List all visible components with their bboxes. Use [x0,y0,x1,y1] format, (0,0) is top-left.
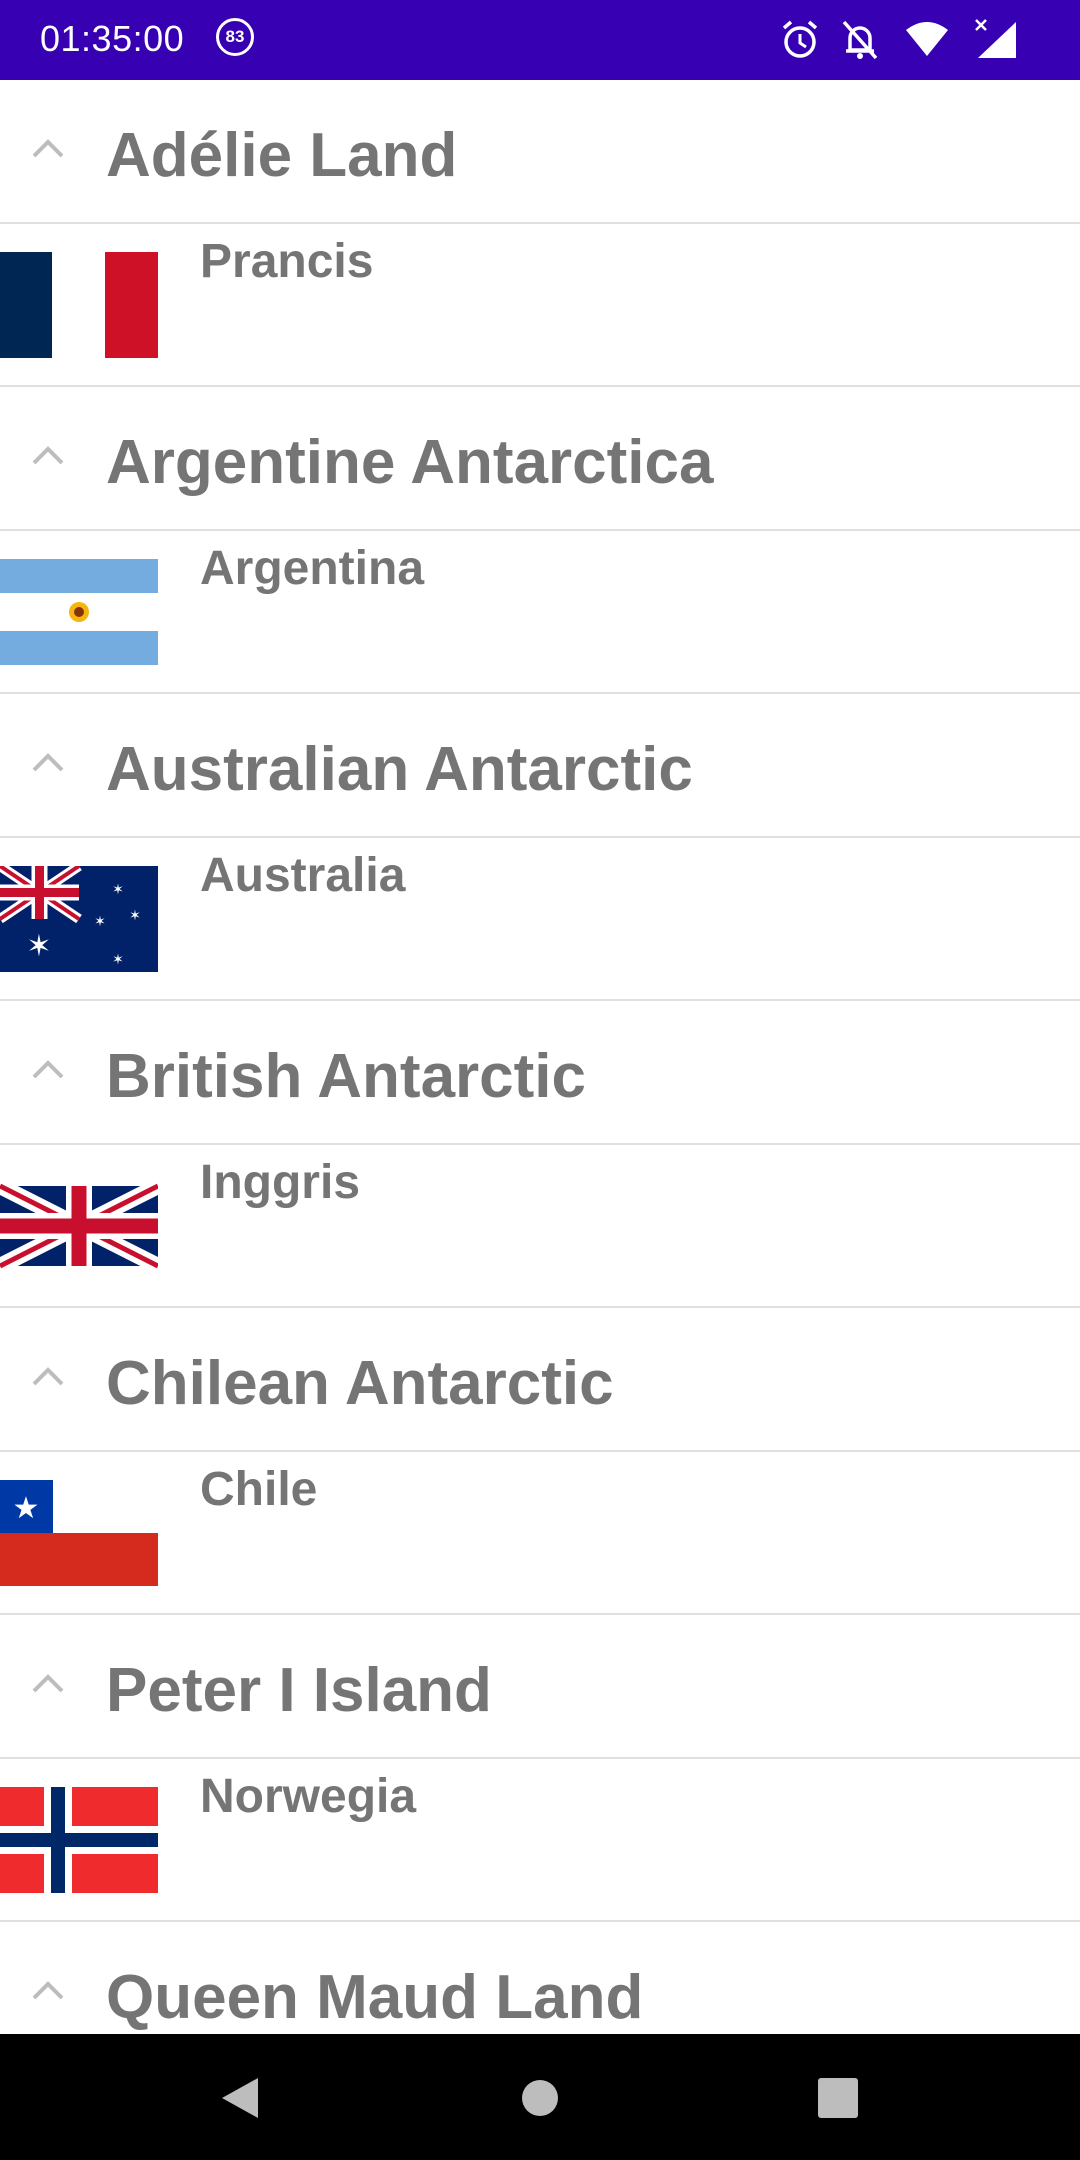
group-header-queen-maud-land[interactable]: Queen Maud Land [0,1922,1080,2034]
group-title: Queen Maud Land [106,1963,644,2032]
navigation-bar [0,2034,1080,2160]
child-label: Norwegia [200,1770,417,1823]
child-row-prancis[interactable]: Prancis [0,224,1080,387]
svg-text:★: ★ [13,1491,40,1526]
chevron-up-icon [32,1674,64,1693]
svg-text:✶: ✶ [26,929,51,964]
home-icon[interactable] [520,2074,560,2122]
antarctic-claims-list: Adélie Land Prancis Argentine Antarctica [0,80,1080,2034]
chevron-up-icon [32,446,64,465]
chevron-up-icon [32,139,64,158]
child-row-argentina[interactable]: Argentina [0,531,1080,694]
chevron-up-icon [32,1981,64,2000]
united-kingdom-flag-icon [0,1173,158,1279]
status-bar: 01:35:00 83 [0,0,1080,80]
group-title: Peter I Island [106,1656,492,1725]
australia-flag-icon: ✶ ✶ ✶ ✶ ✶ [0,866,158,972]
back-icon[interactable] [218,2074,262,2122]
child-row-australia[interactable]: ✶ ✶ ✶ ✶ ✶ Australia [0,838,1080,1001]
signal-icon [975,19,1016,58]
chevron-up-icon [32,1060,64,1079]
child-label: Prancis [200,235,374,288]
group-header-peter-i-island[interactable]: Peter I Island [0,1615,1080,1759]
group-title: Australian Antarctic [106,735,693,804]
france-flag-icon [0,252,158,358]
child-label: Chile [200,1463,318,1516]
svg-text:✶: ✶ [94,914,106,930]
group-header-australian-antarctic[interactable]: Australian Antarctic [0,694,1080,838]
svg-text:✶: ✶ [112,952,124,968]
child-row-norwegia[interactable]: Norwegia [0,1759,1080,1922]
group-header-argentine-antarctica[interactable]: Argentine Antarctica [0,387,1080,531]
wifi-icon [906,22,948,56]
group-title: Chilean Antarctic [106,1349,614,1418]
child-row-chile[interactable]: ★ Chile [0,1452,1080,1615]
child-label: Argentina [200,542,425,595]
status-time: 01:35:00 [40,18,185,59]
child-row-inggris[interactable]: Inggris [0,1145,1080,1308]
alarm-icon [782,20,818,58]
notifications-off-icon [842,20,878,60]
group-title: Adélie Land [106,121,458,190]
group-title: Argentine Antarctica [106,428,714,497]
argentina-flag-icon [0,559,158,665]
svg-text:✶: ✶ [129,908,141,924]
child-label: Inggris [200,1156,361,1209]
chevron-up-icon [32,1367,64,1386]
group-title: British Antarctic [106,1042,587,1111]
group-header-adelie-land[interactable]: Adélie Land [0,80,1080,224]
norway-flag-icon [0,1787,158,1893]
recents-icon[interactable] [816,2074,860,2122]
chevron-up-icon [32,753,64,772]
notification-count-badge: 83 [216,18,254,56]
group-header-chilean-antarctic[interactable]: Chilean Antarctic [0,1308,1080,1452]
svg-text:✶: ✶ [112,882,124,898]
child-label: Australia [200,849,406,902]
chile-flag-icon: ★ [0,1480,158,1586]
group-header-british-antarctic[interactable]: British Antarctic [0,1001,1080,1145]
